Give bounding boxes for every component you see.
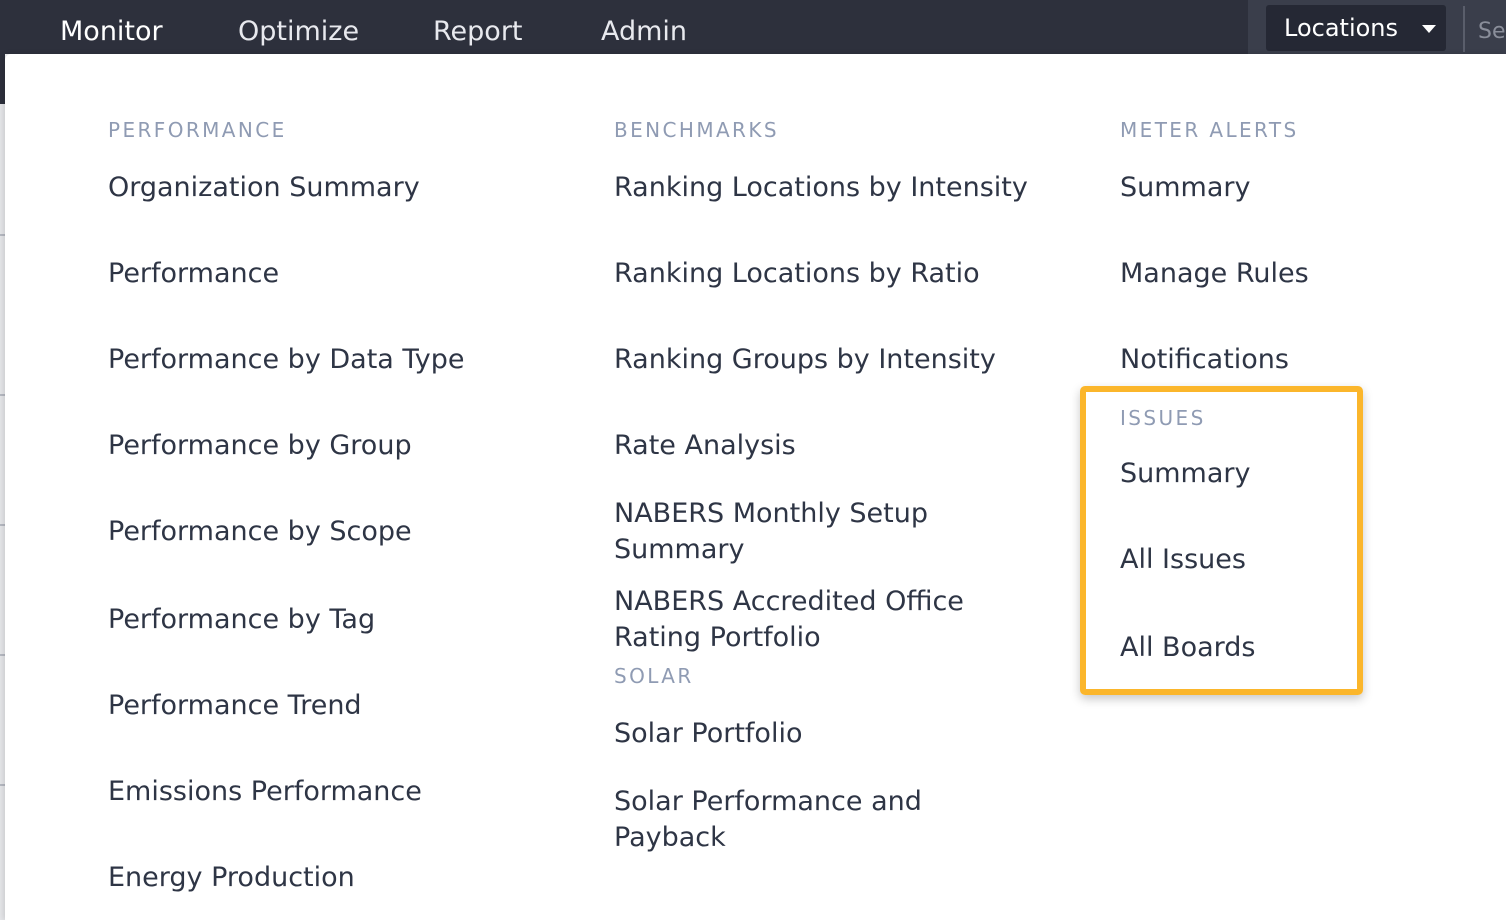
heading-performance: PERFORMANCE — [108, 118, 287, 142]
link-performance-by-data-type[interactable]: Performance by Data Type — [108, 342, 464, 378]
caret-down-icon — [1422, 25, 1436, 33]
link-meter-alerts-summary[interactable]: Summary — [1120, 170, 1250, 206]
heading-solar: SOLAR — [614, 664, 694, 688]
link-all-issues[interactable]: All Issues — [1120, 542, 1246, 578]
monitor-mega-menu: PERFORMANCE Organization Summary Perform… — [5, 54, 1506, 920]
link-manage-rules[interactable]: Manage Rules — [1120, 256, 1309, 292]
link-nabers-monthly-setup-summary[interactable]: NABERS Monthly Setup Summary — [614, 496, 944, 568]
link-solar-performance-payback[interactable]: Solar Performance and Payback — [614, 784, 924, 856]
nav-report[interactable]: Report — [433, 0, 523, 54]
link-performance[interactable]: Performance — [108, 256, 279, 292]
link-solar-portfolio[interactable]: Solar Portfolio — [614, 716, 802, 752]
link-ranking-locations-ratio[interactable]: Ranking Locations by Ratio — [614, 256, 980, 292]
link-performance-trend[interactable]: Performance Trend — [108, 688, 362, 724]
link-all-boards[interactable]: All Boards — [1120, 630, 1255, 666]
link-performance-by-group[interactable]: Performance by Group — [108, 428, 412, 464]
heading-issues: ISSUES — [1120, 406, 1206, 430]
link-energy-production[interactable]: Energy Production — [108, 860, 355, 896]
link-ranking-locations-intensity[interactable]: Ranking Locations by Intensity — [614, 170, 1028, 206]
link-performance-by-scope[interactable]: Performance by Scope — [108, 514, 412, 550]
link-performance-by-tag[interactable]: Performance by Tag — [108, 602, 375, 638]
top-nav-bar: Monitor Optimize Report Admin Locations … — [0, 0, 1506, 54]
heading-benchmarks: BENCHMARKS — [614, 118, 779, 142]
link-emissions-performance[interactable]: Emissions Performance — [108, 774, 422, 810]
nav-monitor[interactable]: Monitor — [60, 0, 163, 54]
link-notifications[interactable]: Notifications — [1120, 342, 1289, 378]
link-nabers-accredited-office-rating[interactable]: NABERS Accredited Office Rating Portfoli… — [614, 584, 974, 656]
nav-optimize[interactable]: Optimize — [238, 0, 359, 54]
link-issues-summary[interactable]: Summary — [1120, 456, 1250, 492]
link-rate-analysis[interactable]: Rate Analysis — [614, 428, 796, 464]
locations-label: Locations — [1284, 14, 1399, 42]
link-organization-summary[interactable]: Organization Summary — [108, 170, 420, 206]
nav-divider — [1463, 6, 1465, 52]
heading-meter-alerts: METER ALERTS — [1120, 118, 1299, 142]
link-ranking-groups-intensity[interactable]: Ranking Groups by Intensity — [614, 342, 996, 378]
nav-admin[interactable]: Admin — [601, 0, 687, 54]
locations-dropdown[interactable]: Locations — [1266, 5, 1446, 51]
